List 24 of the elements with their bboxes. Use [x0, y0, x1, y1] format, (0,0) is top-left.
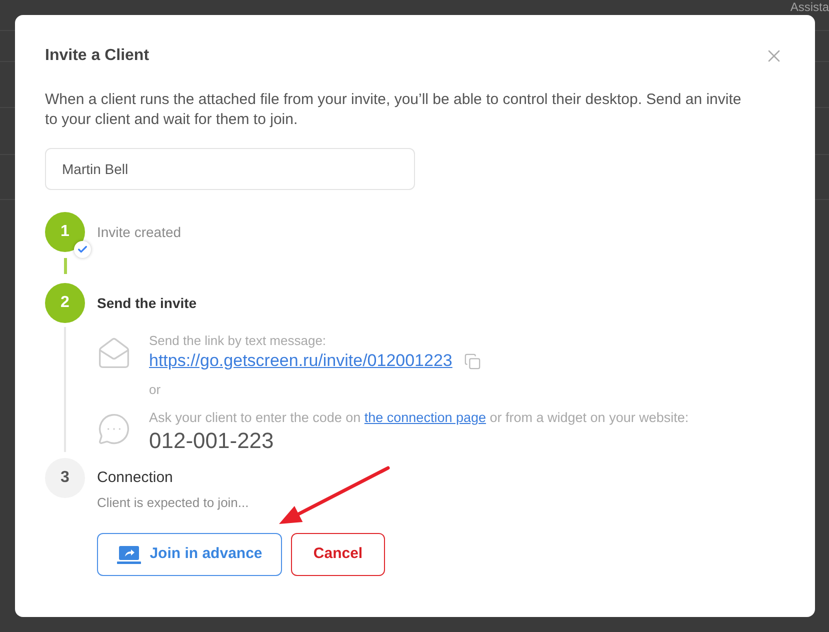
- connection-page-link[interactable]: the connection page: [364, 410, 486, 425]
- copy-icon[interactable]: [464, 352, 482, 370]
- access-code: 012-001-223: [149, 427, 274, 455]
- step-number: 1: [45, 212, 85, 252]
- dialog-description: When a client runs the attached file from your invite, you’ll be able to control their desktop. Send an invite to your client and wait for them to join.: [45, 90, 742, 130]
- instruction-text: Ask your client to enter the code on the connection page or from a widget on your website:: [149, 409, 689, 427]
- cancel-button[interactable]: Cancel: [291, 533, 385, 576]
- step-title: Connection: [97, 468, 173, 488]
- separator-text: or: [149, 381, 161, 399]
- step-number: 3: [45, 458, 85, 498]
- chat-bubble-icon: [97, 412, 131, 446]
- name-input-field[interactable]: Martin Bell: [45, 148, 415, 190]
- step-connector: [64, 258, 66, 274]
- envelope-icon: [97, 336, 131, 370]
- laptop-share-icon: [116, 546, 141, 564]
- step-subtitle: Client is expected to join...: [97, 494, 249, 512]
- header-text: Assista: [790, 0, 829, 14]
- step-title: Invite created: [97, 223, 182, 242]
- step-number: 2: [45, 283, 85, 323]
- dialog-title: Invite a Client: [45, 46, 150, 66]
- join-button[interactable]: Join in advance: [97, 533, 282, 576]
- invite-link[interactable]: https://go.getscreen.ru/invite/012001223: [149, 350, 452, 372]
- instruction-text: Send the link by text message:: [149, 332, 328, 350]
- step-title: Send the invite: [97, 294, 197, 313]
